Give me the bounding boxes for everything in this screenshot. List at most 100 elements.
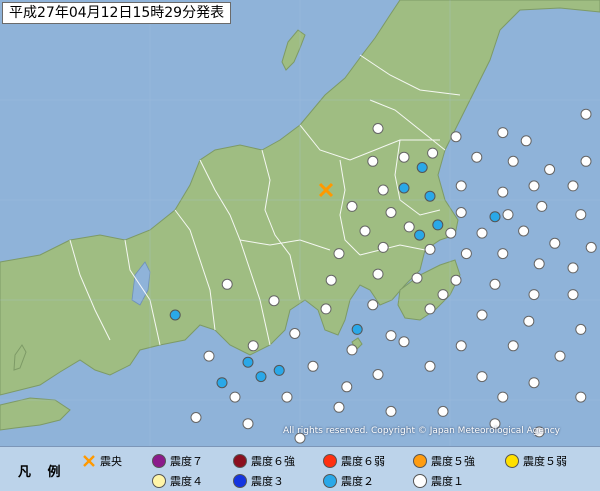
station-intensity-2 xyxy=(351,323,363,335)
station-intensity-1 xyxy=(229,391,241,403)
station-intensity-1 xyxy=(359,225,371,237)
station-intensity-1 xyxy=(450,274,462,286)
station-intensity-1 xyxy=(567,180,579,192)
legend-title: 凡 例 xyxy=(18,465,67,480)
station-intensity-1 xyxy=(411,272,423,284)
station-intensity-1 xyxy=(268,295,280,307)
station-intensity-1 xyxy=(580,108,592,120)
station-intensity-1 xyxy=(476,227,488,239)
station-intensity-1 xyxy=(497,186,509,198)
copyright-notice: All rights reserved. Copyright © Japan M… xyxy=(283,426,560,436)
station-intensity-1 xyxy=(424,360,436,372)
station-intensity-1 xyxy=(424,303,436,315)
station-intensity-1 xyxy=(518,225,530,237)
station-intensity-1 xyxy=(398,151,410,163)
station-intensity-1 xyxy=(455,207,467,218)
station-intensity-1 xyxy=(427,147,439,159)
station-intensity-1 xyxy=(372,268,384,280)
station-intensity-1 xyxy=(367,299,379,311)
station-intensity-1 xyxy=(242,418,254,430)
station-intensity-1 xyxy=(341,381,353,393)
station-intensity-2 xyxy=(489,211,501,223)
station-intensity-1 xyxy=(528,377,540,389)
station-intensity-1 xyxy=(567,289,579,301)
station-intensity-1 xyxy=(580,155,592,167)
station-intensity-1 xyxy=(346,344,358,356)
station-intensity-1 xyxy=(585,241,597,253)
station-intensity-1 xyxy=(528,289,540,301)
station-intensity-1 xyxy=(372,369,384,380)
station-intensity-1 xyxy=(575,391,587,403)
station-intensity-1 xyxy=(549,237,561,249)
map-canvas xyxy=(0,0,600,490)
shindo-6-weak-dot-icon xyxy=(323,454,337,468)
station-intensity-1 xyxy=(460,248,472,260)
station-intensity-1 xyxy=(385,405,397,417)
legend-item-shindo-6-weak: 震度６弱 xyxy=(323,453,385,469)
shindo-5-strong-dot-icon xyxy=(413,454,427,468)
station-intensity-1 xyxy=(325,274,337,286)
legend-item-shindo-5-strong: 震度５強 xyxy=(413,453,475,469)
legend-item-shindo-3: 震度３ xyxy=(233,473,284,489)
legend-item-shindo-1: 震度１ xyxy=(413,473,464,489)
legend-label: 震度５強 xyxy=(431,455,475,468)
station-intensity-1 xyxy=(528,180,540,192)
station-intensity-1 xyxy=(385,207,397,218)
legend-label: 震度７ xyxy=(170,455,203,468)
station-intensity-1 xyxy=(437,289,449,301)
station-intensity-1 xyxy=(346,200,358,212)
shindo-5-weak-dot-icon xyxy=(505,454,519,468)
station-intensity-2 xyxy=(169,309,181,321)
station-intensity-1 xyxy=(398,336,410,348)
station-intensity-1 xyxy=(247,340,259,352)
station-intensity-2 xyxy=(216,377,228,389)
shindo-3-dot-icon xyxy=(233,474,247,488)
station-intensity-2 xyxy=(242,356,254,368)
legend-item-shindo-5-weak: 震度５弱 xyxy=(505,453,567,469)
legend-item-shindo-4: 震度４ xyxy=(152,473,203,489)
station-intensity-1 xyxy=(377,241,389,253)
station-intensity-1 xyxy=(497,127,509,139)
legend-label: 震度５弱 xyxy=(523,455,567,468)
station-intensity-1 xyxy=(190,412,202,423)
station-intensity-2 xyxy=(398,182,410,194)
station-intensity-1 xyxy=(567,262,579,274)
station-intensity-1 xyxy=(281,391,293,403)
station-intensity-1 xyxy=(497,391,509,403)
station-intensity-1 xyxy=(367,155,379,167)
station-intensity-1 xyxy=(333,248,345,260)
station-intensity-2 xyxy=(273,364,285,376)
station-intensity-1 xyxy=(502,209,514,221)
issue-time-title: 平成27年04月12日15時29分発表 xyxy=(2,2,232,24)
station-intensity-1 xyxy=(476,309,488,321)
shindo-6-strong-dot-icon xyxy=(233,454,247,468)
legend-item-shindo-7: 震度７ xyxy=(152,453,203,469)
station-intensity-1 xyxy=(507,155,519,167)
station-intensity-1 xyxy=(307,360,319,372)
station-intensity-1 xyxy=(471,151,483,163)
station-intensity-1 xyxy=(575,323,587,335)
station-intensity-1 xyxy=(450,131,462,143)
station-intensity-1 xyxy=(424,243,436,255)
station-intensity-2 xyxy=(255,371,267,383)
station-intensity-1 xyxy=(320,303,332,315)
station-intensity-2 xyxy=(414,229,426,241)
station-intensity-1 xyxy=(497,248,509,260)
station-intensity-1 xyxy=(476,371,488,383)
legend-label: 震度４ xyxy=(170,475,203,488)
epicenter-x-icon xyxy=(83,455,95,467)
station-intensity-1 xyxy=(385,330,397,342)
station-intensity-2 xyxy=(432,219,444,231)
station-intensity-1 xyxy=(523,315,535,327)
station-intensity-1 xyxy=(289,328,301,339)
station-intensity-2 xyxy=(416,162,428,173)
station-intensity-1 xyxy=(554,350,566,362)
station-intensity-1 xyxy=(533,258,545,270)
station-intensity-1 xyxy=(575,209,587,221)
station-intensity-1 xyxy=(455,340,467,352)
station-intensity-1 xyxy=(507,340,519,352)
station-intensity-1 xyxy=(333,401,345,413)
legend-item-shindo-2: 震度２ xyxy=(323,473,374,489)
station-intensity-1 xyxy=(520,135,532,147)
legend-label: 震度１ xyxy=(431,475,464,488)
